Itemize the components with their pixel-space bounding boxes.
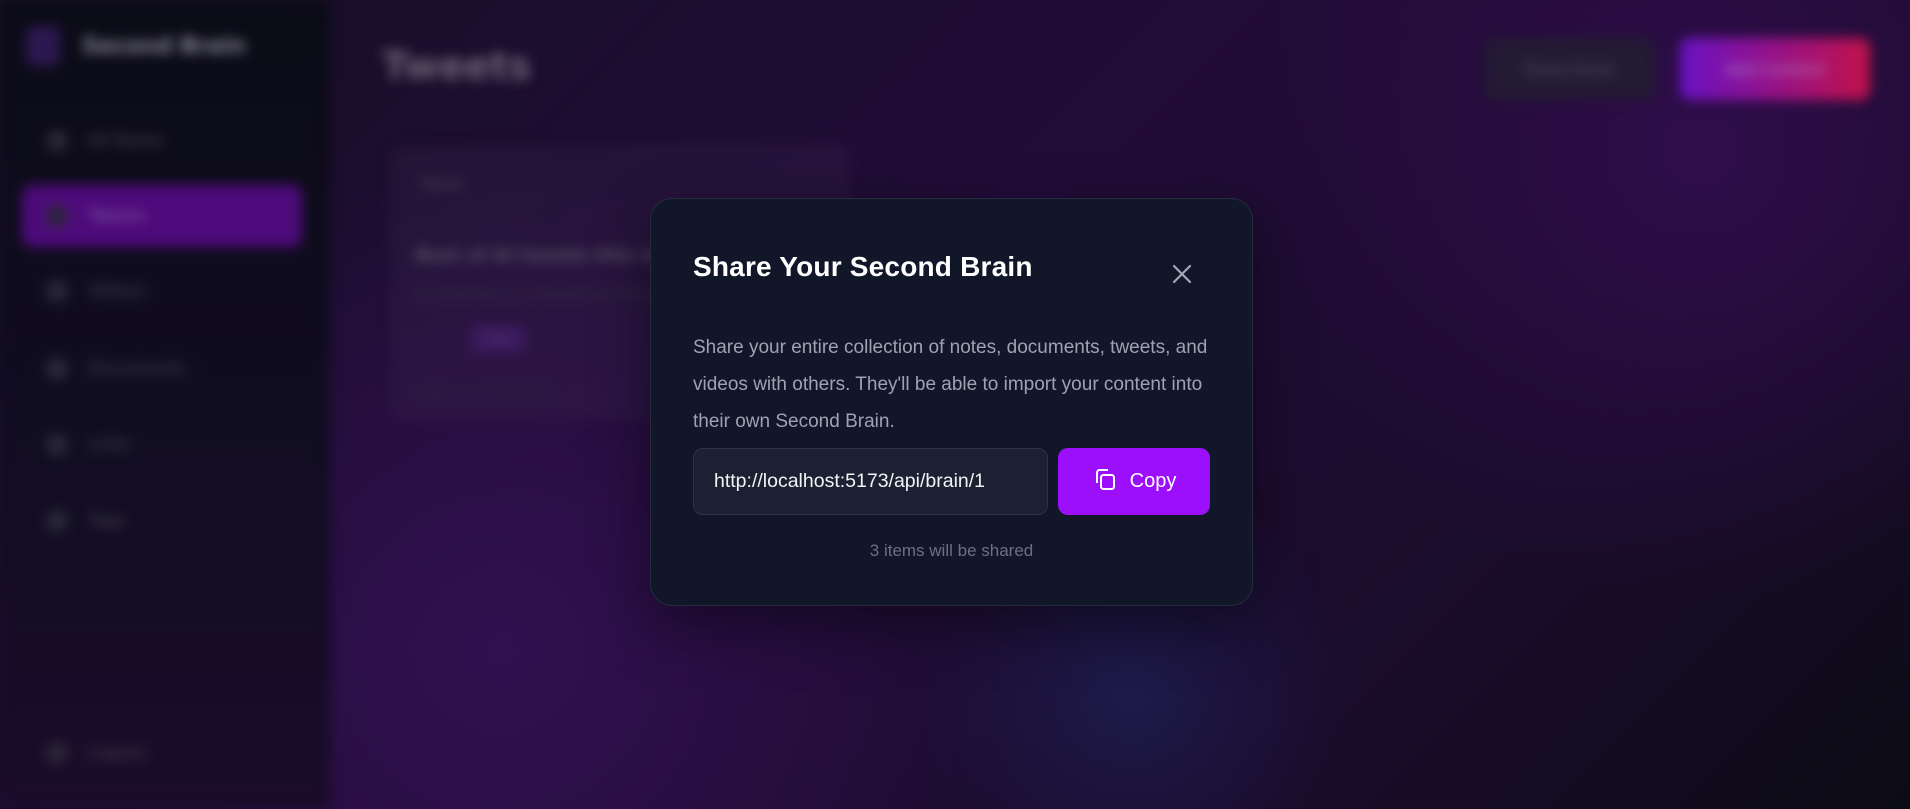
page-title: Tweets — [382, 44, 532, 88]
shared-items-count: 3 items will be shared — [869, 541, 1034, 560]
close-icon[interactable] — [1167, 259, 1197, 289]
tag-icon — [46, 510, 68, 532]
sidebar: Second Brain All Notes Tweets Videos Doc… — [0, 0, 330, 809]
sidebar-item-documents[interactable]: Documents — [22, 338, 302, 400]
sidebar-item-all-notes[interactable]: All Notes — [22, 110, 302, 172]
sidebar-item-label: Tags — [88, 511, 126, 531]
sidebar-item-label: Videos — [88, 281, 145, 301]
copy-label: Copy — [1129, 470, 1177, 492]
document-icon — [46, 358, 68, 380]
modal-title: Share Your Second Brain — [693, 251, 1033, 282]
share-link-input[interactable] — [693, 448, 1048, 515]
brain-icon — [26, 26, 60, 66]
add-content-button[interactable]: Add Content — [1680, 38, 1870, 100]
sidebar-item-videos[interactable]: Videos — [22, 260, 302, 322]
twitter-icon — [46, 205, 68, 227]
sidebar-item-tweets[interactable]: Tweets — [22, 185, 302, 247]
card-subtitle: A collection of interesting threads — [415, 285, 669, 303]
logout-label: Logout — [88, 743, 147, 763]
modal-description: Share your entire collection of notes, d… — [693, 337, 1208, 432]
copy-icon — [1092, 466, 1118, 498]
notes-icon — [46, 130, 68, 152]
card-tag: #ai — [470, 325, 527, 353]
sidebar-item-label: Links — [88, 435, 132, 455]
copy-button[interactable]: Copy — [1058, 448, 1210, 515]
card-date: Added on 01/01/2025 — [415, 385, 556, 400]
card-type: Tweet — [420, 175, 464, 193]
logo-text: Second Brain — [82, 33, 246, 59]
share-brain-button[interactable]: Share Brain — [1485, 38, 1655, 100]
share-modal: Share Your Second Brain Share your entir… — [650, 198, 1253, 606]
sidebar-item-links[interactable]: Links — [22, 414, 302, 476]
logout-button[interactable]: Logout — [22, 722, 302, 784]
sidebar-item-label: Documents — [88, 359, 185, 379]
sidebar-item-label: All Notes — [88, 131, 164, 151]
logo: Second Brain — [26, 26, 246, 66]
video-icon — [46, 280, 68, 302]
link-icon — [46, 434, 68, 456]
sidebar-item-label: Tweets — [88, 206, 146, 226]
logout-icon — [46, 742, 68, 764]
sidebar-item-tags[interactable]: Tags — [22, 490, 302, 552]
